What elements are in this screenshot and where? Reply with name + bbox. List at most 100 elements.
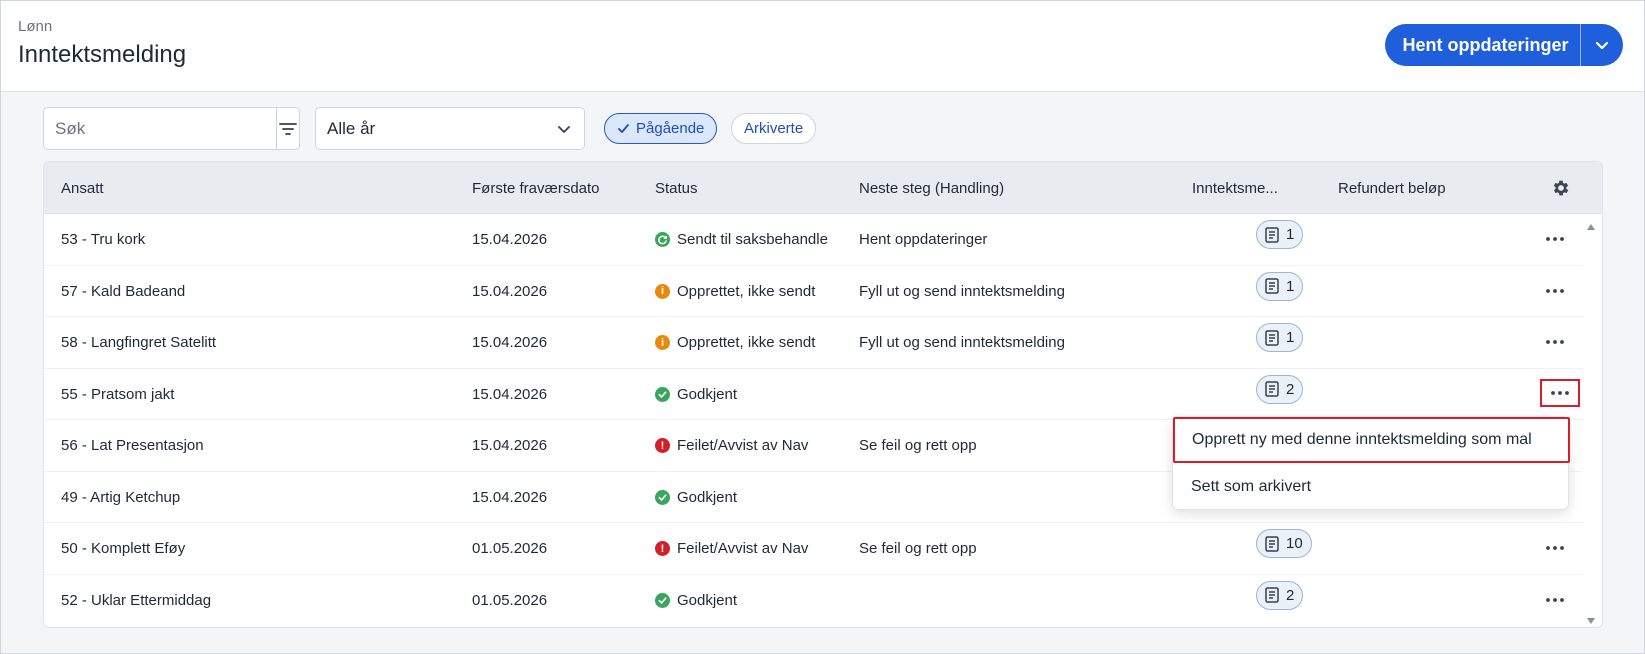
row-actions-menu: Opprett ny med denne inntektsmelding som… — [1172, 416, 1570, 511]
row-actions-button[interactable] — [1541, 535, 1568, 561]
column-header-ansatt[interactable]: Ansatt — [61, 180, 104, 197]
cell-neste-steg: Hent oppdateringer — [859, 231, 988, 248]
cell-status: Godkjent — [655, 592, 737, 609]
cell-neste-steg: Fyll ut og send inntektsmelding — [859, 334, 1065, 351]
cell-neste-steg: Se feil og rett opp — [859, 540, 977, 557]
document-count: 1 — [1286, 277, 1295, 295]
row-actions-button[interactable] — [1541, 226, 1568, 252]
filter-button[interactable] — [276, 108, 299, 149]
chip-arkiverte[interactable]: Arkiverte — [731, 113, 817, 144]
cell-ansatt: 57 - Kald Badeand — [61, 282, 186, 300]
warning-status-icon: i — [655, 335, 670, 350]
cell-neste-steg: Se feil og rett opp — [859, 437, 977, 454]
cell-ansatt: 58 - Langfingret Satelitt — [61, 334, 217, 351]
document-count-badge[interactable]: 10 — [1256, 529, 1312, 558]
status-text: Opprettet, ikke sendt — [677, 334, 816, 351]
table-row[interactable]: 58 - Langfingret Satelitt 15.04.2026 i O… — [44, 317, 1583, 369]
cell-dato: 15.04.2026 — [472, 282, 548, 300]
more-icon — [1545, 237, 1564, 241]
cell-dato: 15.04.2026 — [472, 231, 548, 248]
table-row[interactable]: 53 - Tru kork 15.04.2026 Sendt til saksb… — [44, 214, 1583, 266]
cell-status: ! Feilet/Avvist av Nav — [655, 437, 808, 454]
document-count-badge[interactable]: 1 — [1256, 271, 1304, 301]
cell-dato: 15.04.2026 — [472, 385, 548, 403]
cell-ansatt: 56 - Lat Presentasjon — [61, 437, 204, 454]
fetch-updates-button[interactable]: Hent oppdateringer — [1385, 24, 1580, 66]
row-actions-button[interactable] — [1541, 278, 1568, 304]
table-row[interactable]: 55 - Pratsom jakt 15.04.2026 Godkjent 2 — [44, 369, 1583, 420]
column-header-dato[interactable]: Første fraværsdato — [472, 180, 600, 197]
menu-item-archive[interactable]: Sett som arkivert — [1173, 463, 1568, 511]
chevron-down-icon — [558, 125, 570, 133]
page-header: Lønn Inntektsmelding Hent oppdateringer — [1, 1, 1644, 92]
success-status-icon — [655, 592, 670, 608]
year-select[interactable]: Alle år — [315, 107, 585, 150]
chevron-down-icon — [1595, 41, 1609, 50]
row-actions-button[interactable] — [1541, 587, 1568, 613]
success-status-icon — [655, 489, 670, 505]
search-box — [43, 107, 300, 150]
scroll-up-icon — [1587, 224, 1595, 230]
more-icon — [1545, 546, 1564, 550]
error-status-icon: ! — [655, 541, 670, 556]
row-actions-button[interactable] — [1541, 329, 1568, 355]
breadcrumb[interactable]: Lønn — [18, 18, 52, 35]
fetch-updates-dropdown-button[interactable] — [1581, 24, 1623, 66]
row-actions-button-active[interactable] — [1540, 378, 1580, 407]
cell-ansatt: 50 - Komplett Eføy — [61, 540, 186, 557]
more-icon — [1551, 390, 1569, 395]
fetch-updates-split-button: Hent oppdateringer — [1385, 24, 1623, 66]
column-header-inntektsmelding[interactable]: Inntektsme... — [1192, 180, 1278, 197]
column-header-refundert[interactable]: Refundert beløp — [1338, 180, 1446, 197]
status-text: Feilet/Avvist av Nav — [677, 437, 809, 454]
document-icon — [1265, 535, 1279, 552]
column-settings-button[interactable] — [1551, 178, 1571, 203]
more-icon — [1545, 597, 1564, 602]
more-icon — [1545, 340, 1564, 344]
cell-status: Godkjent — [655, 489, 737, 506]
cell-status: Godkjent — [655, 386, 737, 403]
table-row[interactable]: 52 - Uklar Ettermiddag 01.05.2026 Godkje… — [44, 575, 1583, 627]
document-count: 2 — [1286, 380, 1295, 398]
search-input[interactable] — [44, 108, 276, 149]
document-count-badge[interactable]: 1 — [1256, 323, 1304, 352]
gear-icon — [1553, 180, 1569, 196]
error-status-icon: ! — [655, 438, 670, 453]
status-text: Feilet/Avvist av Nav — [677, 540, 809, 557]
cell-status: Sendt til saksbehandle — [655, 231, 828, 248]
more-icon — [1545, 288, 1564, 293]
cell-ansatt: 52 - Uklar Ettermiddag — [61, 591, 212, 609]
cell-dato: 01.05.2026 — [472, 540, 548, 557]
document-count-badge[interactable]: 2 — [1256, 580, 1304, 610]
cell-status: i Opprettet, ikke sendt — [655, 283, 815, 300]
column-header-status[interactable]: Status — [655, 180, 698, 197]
check-icon — [618, 124, 629, 133]
status-text: Godkjent — [677, 385, 738, 403]
chip-pagaende[interactable]: Pågående — [604, 113, 718, 144]
scroll-up-button[interactable] — [1586, 218, 1596, 236]
cell-neste-steg: Fyll ut og send inntektsmelding — [859, 282, 1065, 300]
scroll-down-button[interactable] — [1586, 612, 1596, 627]
year-select-value: Alle år — [327, 118, 376, 138]
document-icon — [1265, 226, 1279, 243]
cell-dato: 15.04.2026 — [472, 488, 548, 506]
column-header-neste-steg[interactable]: Neste steg (Handling) — [859, 180, 1004, 197]
inntektsmelding-table: Ansatt Første fraværsdato Status Neste s… — [43, 161, 1603, 628]
document-count: 1 — [1286, 329, 1295, 346]
cell-ansatt: 55 - Pratsom jakt — [61, 385, 175, 403]
document-count-badge[interactable]: 2 — [1256, 374, 1304, 404]
document-icon — [1265, 587, 1279, 603]
table-row[interactable]: 50 - Komplett Eføy 01.05.2026 ! Feilet/A… — [44, 523, 1583, 575]
sent-status-icon — [655, 232, 670, 247]
document-count-badge[interactable]: 1 — [1256, 220, 1304, 249]
cell-status: i Opprettet, ikke sendt — [655, 334, 815, 351]
chip-label: Pågående — [636, 120, 705, 137]
menu-item-create-from-template[interactable]: Opprett ny med denne inntektsmelding som… — [1173, 417, 1570, 463]
scroll-down-icon — [1587, 618, 1595, 624]
document-icon — [1265, 329, 1279, 346]
table-row[interactable]: 57 - Kald Badeand 15.04.2026 i Opprettet… — [44, 266, 1583, 317]
cell-ansatt: 53 - Tru kork — [61, 231, 146, 248]
status-text: Godkjent — [677, 591, 738, 609]
status-text: Opprettet, ikke sendt — [677, 282, 816, 300]
document-icon — [1265, 278, 1279, 294]
